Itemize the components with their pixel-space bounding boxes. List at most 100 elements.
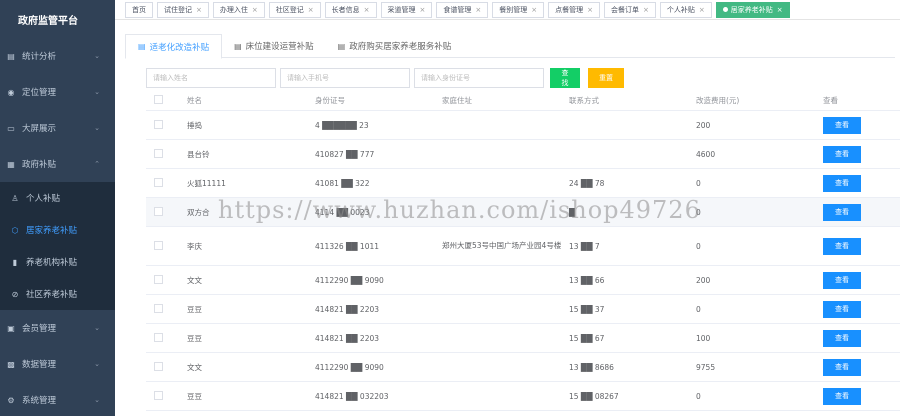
cell-id: 410827 ██ 777 bbox=[315, 149, 375, 159]
subsidy-icon: ▦ bbox=[7, 159, 15, 169]
close-icon[interactable]: × bbox=[196, 6, 202, 14]
cell-phone: 13 ██ 7 bbox=[569, 241, 600, 251]
cell-name: 李庆 bbox=[187, 241, 202, 251]
cell-name: 豆豆 bbox=[187, 391, 202, 401]
sidebar-item-home-care-subsidy[interactable]: ⬡ 居家养老补贴 bbox=[0, 214, 115, 246]
close-icon[interactable]: × bbox=[420, 6, 426, 14]
chevron-up-icon: ⌃ bbox=[94, 160, 100, 168]
row-checkbox[interactable] bbox=[154, 206, 163, 216]
row-checkbox[interactable] bbox=[154, 148, 163, 158]
view-button[interactable]: 查看 bbox=[823, 300, 861, 318]
row-checkbox[interactable] bbox=[154, 119, 163, 129]
sidebar-item-label: 大屏展示 bbox=[22, 124, 57, 134]
table-row: 豆豆 414821 ██ 2203 15 ██ 67 100 查看 bbox=[146, 324, 900, 353]
chevron-down-icon: ⌄ bbox=[94, 324, 100, 332]
close-icon[interactable]: × bbox=[777, 6, 783, 14]
row-checkbox[interactable] bbox=[154, 240, 163, 250]
view-button[interactable]: 查看 bbox=[823, 387, 861, 405]
chevron-down-icon: ⌄ bbox=[94, 396, 100, 404]
tag-recipe-management[interactable]: 食谱管理 × bbox=[436, 1, 489, 18]
phone-input[interactable] bbox=[280, 68, 410, 88]
view-button[interactable]: 查看 bbox=[823, 271, 861, 289]
cell-id: 411326 ██ 1011 bbox=[315, 241, 380, 251]
cell-phone: 13 ██ 8686 bbox=[569, 362, 614, 372]
select-all-cell bbox=[146, 95, 183, 106]
close-icon[interactable]: × bbox=[531, 6, 537, 14]
view-button[interactable]: 查看 bbox=[823, 145, 861, 163]
close-icon[interactable]: × bbox=[587, 6, 593, 14]
sidebar-item-institution-subsidy[interactable]: ▮ 养老机构补贴 bbox=[0, 246, 115, 278]
view-button[interactable]: 查看 bbox=[823, 358, 861, 376]
tag-personal-subsidy[interactable]: 个人补贴 × bbox=[659, 1, 712, 18]
tab-gov-purchase-service[interactable]: ▤ 政府购买居家养老服务补贴 bbox=[326, 34, 464, 58]
cell-name: 捶捣 bbox=[187, 120, 202, 130]
header-address: 家庭住址 bbox=[442, 95, 472, 105]
tag-check-in[interactable]: 办理入住 × bbox=[212, 1, 265, 18]
cell-phone: 15 ██ 67 bbox=[569, 333, 605, 343]
search-button[interactable]: 查找 bbox=[550, 68, 580, 88]
row-checkbox[interactable] bbox=[154, 303, 163, 313]
sidebar-item-stats[interactable]: ▤ 统计分析 ⌄ bbox=[0, 38, 115, 74]
row-checkbox[interactable] bbox=[154, 332, 163, 342]
tag-order-management[interactable]: 点餐管理 × bbox=[548, 1, 600, 18]
sidebar-item-label: 政府补贴 bbox=[22, 160, 57, 170]
tab-bed-construction[interactable]: ▤ 床位建设运营补贴 bbox=[222, 34, 326, 58]
close-icon[interactable]: × bbox=[364, 6, 370, 14]
tag-label: 食谱管理 bbox=[443, 5, 472, 14]
sidebar-item-subsidy[interactable]: ▦ 政府补贴 ⌃ bbox=[0, 146, 115, 182]
name-input[interactable] bbox=[146, 68, 276, 88]
table-row: 文文 4112290 ██ 9090 13 ██ 66 200 查看 bbox=[146, 266, 900, 295]
tag-label: 餐别管理 bbox=[499, 5, 528, 14]
sidebar-item-label: 系统管理 bbox=[22, 396, 57, 406]
tag-meal-type-management[interactable]: 餐别管理 × bbox=[492, 1, 545, 18]
subsidy-table: 姓名 身份证号 家庭住址 联系方式 改造费用(元) 查看 捶捣 4 ██████… bbox=[146, 91, 900, 411]
close-icon[interactable]: × bbox=[643, 6, 649, 14]
tag-community-registration[interactable]: 社区登记 × bbox=[268, 1, 321, 18]
reset-button[interactable]: 重置 bbox=[588, 68, 624, 88]
header-cost: 改造费用(元) bbox=[696, 96, 740, 105]
cell-cost: 200 bbox=[696, 120, 711, 130]
cell-id: 4112290 ██ 9090 bbox=[315, 362, 384, 372]
sidebar-item-big-screen[interactable]: ▭ 大屏展示 ⌄ bbox=[0, 110, 115, 146]
tag-label: 采道管理 bbox=[387, 5, 416, 14]
table-row: 火狐11111 41081 ██ 322 24 ██ 78 0 查看 bbox=[146, 169, 900, 198]
row-checkbox[interactable] bbox=[154, 274, 163, 284]
row-checkbox[interactable] bbox=[154, 390, 163, 400]
cell-name: 双方合 bbox=[187, 207, 210, 217]
location-icon: ◉ bbox=[7, 87, 15, 97]
cell-cost: 0 bbox=[696, 178, 701, 188]
screen-icon: ▭ bbox=[7, 123, 15, 133]
tag-home[interactable]: 首页 bbox=[125, 1, 153, 18]
sidebar-item-personal-subsidy[interactable]: ♙ 个人补贴 bbox=[0, 182, 115, 214]
view-button[interactable]: 查看 bbox=[823, 237, 861, 255]
tab-aging-renovation[interactable]: ▤ 适老化改造补贴 bbox=[125, 34, 223, 59]
close-icon[interactable]: × bbox=[252, 6, 258, 14]
sidebar-item-label: 数据管理 bbox=[22, 360, 57, 370]
sidebar-item-community-subsidy[interactable]: ⊘ 社区养老补贴 bbox=[0, 278, 115, 310]
chevron-down-icon: ⌄ bbox=[94, 360, 100, 368]
view-button[interactable]: 查看 bbox=[823, 329, 861, 347]
row-checkbox[interactable] bbox=[154, 177, 163, 187]
tag-meal-orders[interactable]: 会餐订单 × bbox=[604, 1, 656, 18]
view-button[interactable]: 查看 bbox=[823, 203, 861, 221]
sidebar-item-members[interactable]: ▣ 会员管理 ⌄ bbox=[0, 310, 115, 346]
tag-trial-registration[interactable]: 试住登记 × bbox=[157, 1, 209, 18]
row-checkbox[interactable] bbox=[154, 361, 163, 371]
close-icon[interactable]: × bbox=[699, 6, 705, 14]
close-icon[interactable]: × bbox=[308, 6, 314, 14]
tag-label: 办理入住 bbox=[219, 5, 248, 14]
sidebar-item-location[interactable]: ◉ 定位管理 ⌄ bbox=[0, 74, 115, 110]
id-number-input[interactable] bbox=[414, 68, 544, 88]
select-all-checkbox[interactable] bbox=[154, 95, 163, 104]
close-icon[interactable]: × bbox=[475, 6, 481, 14]
cell-cost: 0 bbox=[696, 241, 701, 251]
view-button[interactable]: 查看 bbox=[823, 116, 861, 134]
sidebar-item-data[interactable]: ▩ 数据管理 ⌄ bbox=[0, 346, 115, 382]
sidebar-item-system[interactable]: ⚙ 系统管理 ⌄ bbox=[0, 382, 115, 416]
view-button[interactable]: 查看 bbox=[823, 174, 861, 192]
tag-elder-info[interactable]: 长者信息 × bbox=[324, 1, 377, 18]
tag-home-care-subsidy[interactable]: 居家养老补贴 × bbox=[715, 1, 790, 18]
system-icon: ⚙ bbox=[7, 395, 15, 405]
tag-dish-management[interactable]: 采道管理 × bbox=[380, 1, 433, 18]
tag-label: 首页 bbox=[132, 5, 146, 14]
